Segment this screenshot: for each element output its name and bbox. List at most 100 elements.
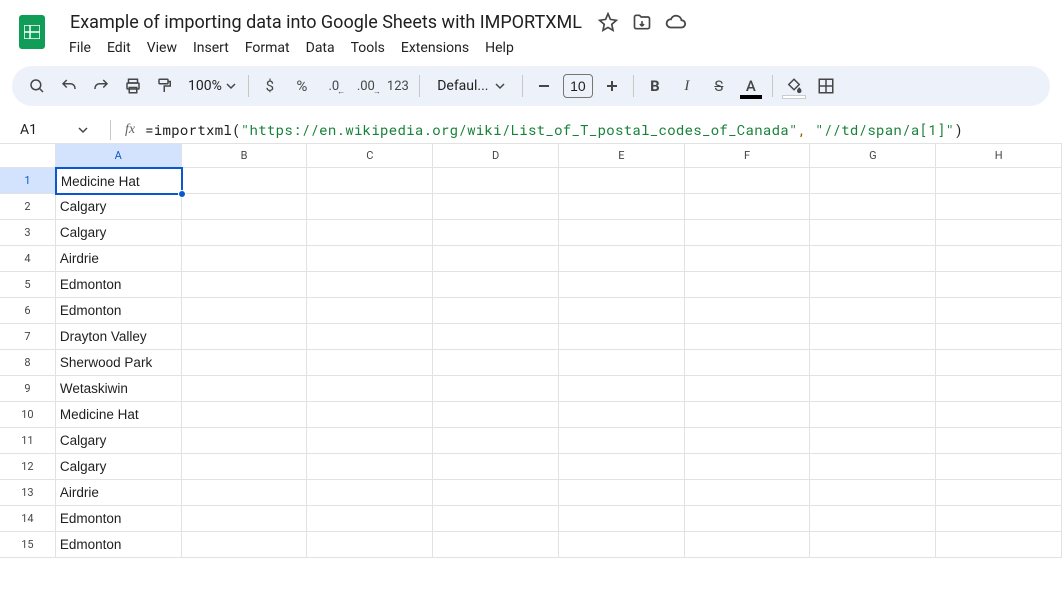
row-header[interactable]: 2 (0, 194, 56, 220)
cell[interactable] (685, 506, 811, 532)
zoom-dropdown[interactable]: 100% (182, 71, 242, 101)
cell[interactable]: Edmonton (56, 298, 182, 324)
cell[interactable] (559, 324, 685, 350)
cell[interactable] (182, 194, 308, 220)
menu-format[interactable]: Format (238, 36, 297, 60)
cell[interactable] (685, 376, 811, 402)
menu-insert[interactable]: Insert (186, 36, 236, 60)
cell[interactable] (685, 194, 811, 220)
more-formats-icon[interactable]: 123 (383, 71, 413, 101)
formula-input[interactable]: =importxml("https://en.wikipedia.org/wik… (145, 120, 963, 139)
cell[interactable] (810, 376, 936, 402)
cell[interactable] (182, 428, 308, 454)
cell[interactable] (810, 246, 936, 272)
cell[interactable] (433, 454, 559, 480)
cell[interactable] (685, 298, 811, 324)
cell[interactable]: Calgary (56, 428, 182, 454)
cell[interactable] (182, 402, 308, 428)
cell[interactable] (182, 324, 308, 350)
cell[interactable] (182, 246, 308, 272)
increase-decimal-icon[interactable]: .00→ (351, 71, 381, 101)
cell[interactable] (182, 298, 308, 324)
cell[interactable] (182, 532, 308, 558)
cell[interactable] (433, 428, 559, 454)
cell[interactable] (936, 324, 1062, 350)
cell[interactable] (936, 168, 1062, 194)
cell[interactable] (936, 454, 1062, 480)
cell[interactable] (810, 220, 936, 246)
move-icon[interactable] (630, 10, 654, 34)
cell[interactable] (810, 298, 936, 324)
cell[interactable] (685, 532, 811, 558)
cell[interactable]: Edmonton (56, 506, 182, 532)
cell[interactable] (182, 272, 308, 298)
fill-color-icon[interactable] (779, 71, 809, 101)
cell[interactable] (433, 506, 559, 532)
text-color-icon[interactable]: A (736, 71, 766, 101)
cell[interactable]: Calgary (56, 220, 182, 246)
cell[interactable]: Wetaskiwin (56, 376, 182, 402)
cell[interactable] (559, 350, 685, 376)
font-family-dropdown[interactable]: Defaul... (426, 71, 516, 101)
row-header[interactable]: 12 (0, 454, 56, 480)
cell[interactable] (936, 402, 1062, 428)
cell[interactable] (685, 480, 811, 506)
cell[interactable] (810, 532, 936, 558)
strikethrough-icon[interactable]: S (704, 71, 734, 101)
row-header[interactable]: 11 (0, 428, 56, 454)
cell[interactable] (433, 298, 559, 324)
print-icon[interactable] (118, 71, 148, 101)
cell[interactable] (433, 376, 559, 402)
cell[interactable] (307, 220, 433, 246)
cell[interactable] (307, 428, 433, 454)
cell[interactable] (810, 168, 936, 194)
cell[interactable] (307, 272, 433, 298)
cell[interactable] (810, 428, 936, 454)
cell[interactable] (307, 350, 433, 376)
cell[interactable]: Calgary (56, 194, 182, 220)
column-header-a[interactable]: A (56, 144, 182, 167)
row-header[interactable]: 5 (0, 272, 56, 298)
cell[interactable] (685, 324, 811, 350)
cell[interactable]: Airdrie (56, 246, 182, 272)
star-icon[interactable] (596, 10, 620, 34)
cell[interactable] (433, 168, 559, 194)
cell[interactable]: Calgary (56, 454, 182, 480)
cell[interactable] (433, 246, 559, 272)
cell[interactable] (936, 428, 1062, 454)
row-header[interactable]: 13 (0, 480, 56, 506)
currency-icon[interactable]: $ (255, 71, 285, 101)
row-header[interactable]: 9 (0, 376, 56, 402)
cell[interactable] (936, 506, 1062, 532)
search-menus-icon[interactable] (22, 71, 52, 101)
menu-file[interactable]: File (62, 36, 98, 60)
sheets-logo[interactable] (12, 12, 52, 52)
cell[interactable] (936, 480, 1062, 506)
cell[interactable] (810, 454, 936, 480)
menu-extensions[interactable]: Extensions (394, 36, 476, 60)
cell[interactable] (936, 220, 1062, 246)
column-header-e[interactable]: E (559, 144, 685, 167)
row-header[interactable]: 7 (0, 324, 56, 350)
cell[interactable]: Edmonton (56, 272, 182, 298)
column-header-h[interactable]: H (936, 144, 1062, 167)
row-header[interactable]: 1 (0, 168, 56, 194)
cell[interactable] (559, 506, 685, 532)
cell[interactable] (936, 246, 1062, 272)
cell[interactable] (433, 532, 559, 558)
row-header[interactable]: 14 (0, 506, 56, 532)
cell[interactable] (559, 220, 685, 246)
cell[interactable] (685, 168, 811, 194)
percent-icon[interactable]: % (287, 71, 317, 101)
cell[interactable] (559, 376, 685, 402)
cell[interactable] (936, 532, 1062, 558)
redo-icon[interactable] (86, 71, 116, 101)
cell[interactable] (685, 428, 811, 454)
menu-data[interactable]: Data (299, 36, 342, 60)
cell[interactable] (433, 402, 559, 428)
cell[interactable]: Medicine Hat (56, 402, 182, 428)
cell[interactable] (307, 506, 433, 532)
cell[interactable] (685, 454, 811, 480)
document-title[interactable]: Example of importing data into Google Sh… (66, 11, 586, 34)
cell[interactable] (810, 324, 936, 350)
